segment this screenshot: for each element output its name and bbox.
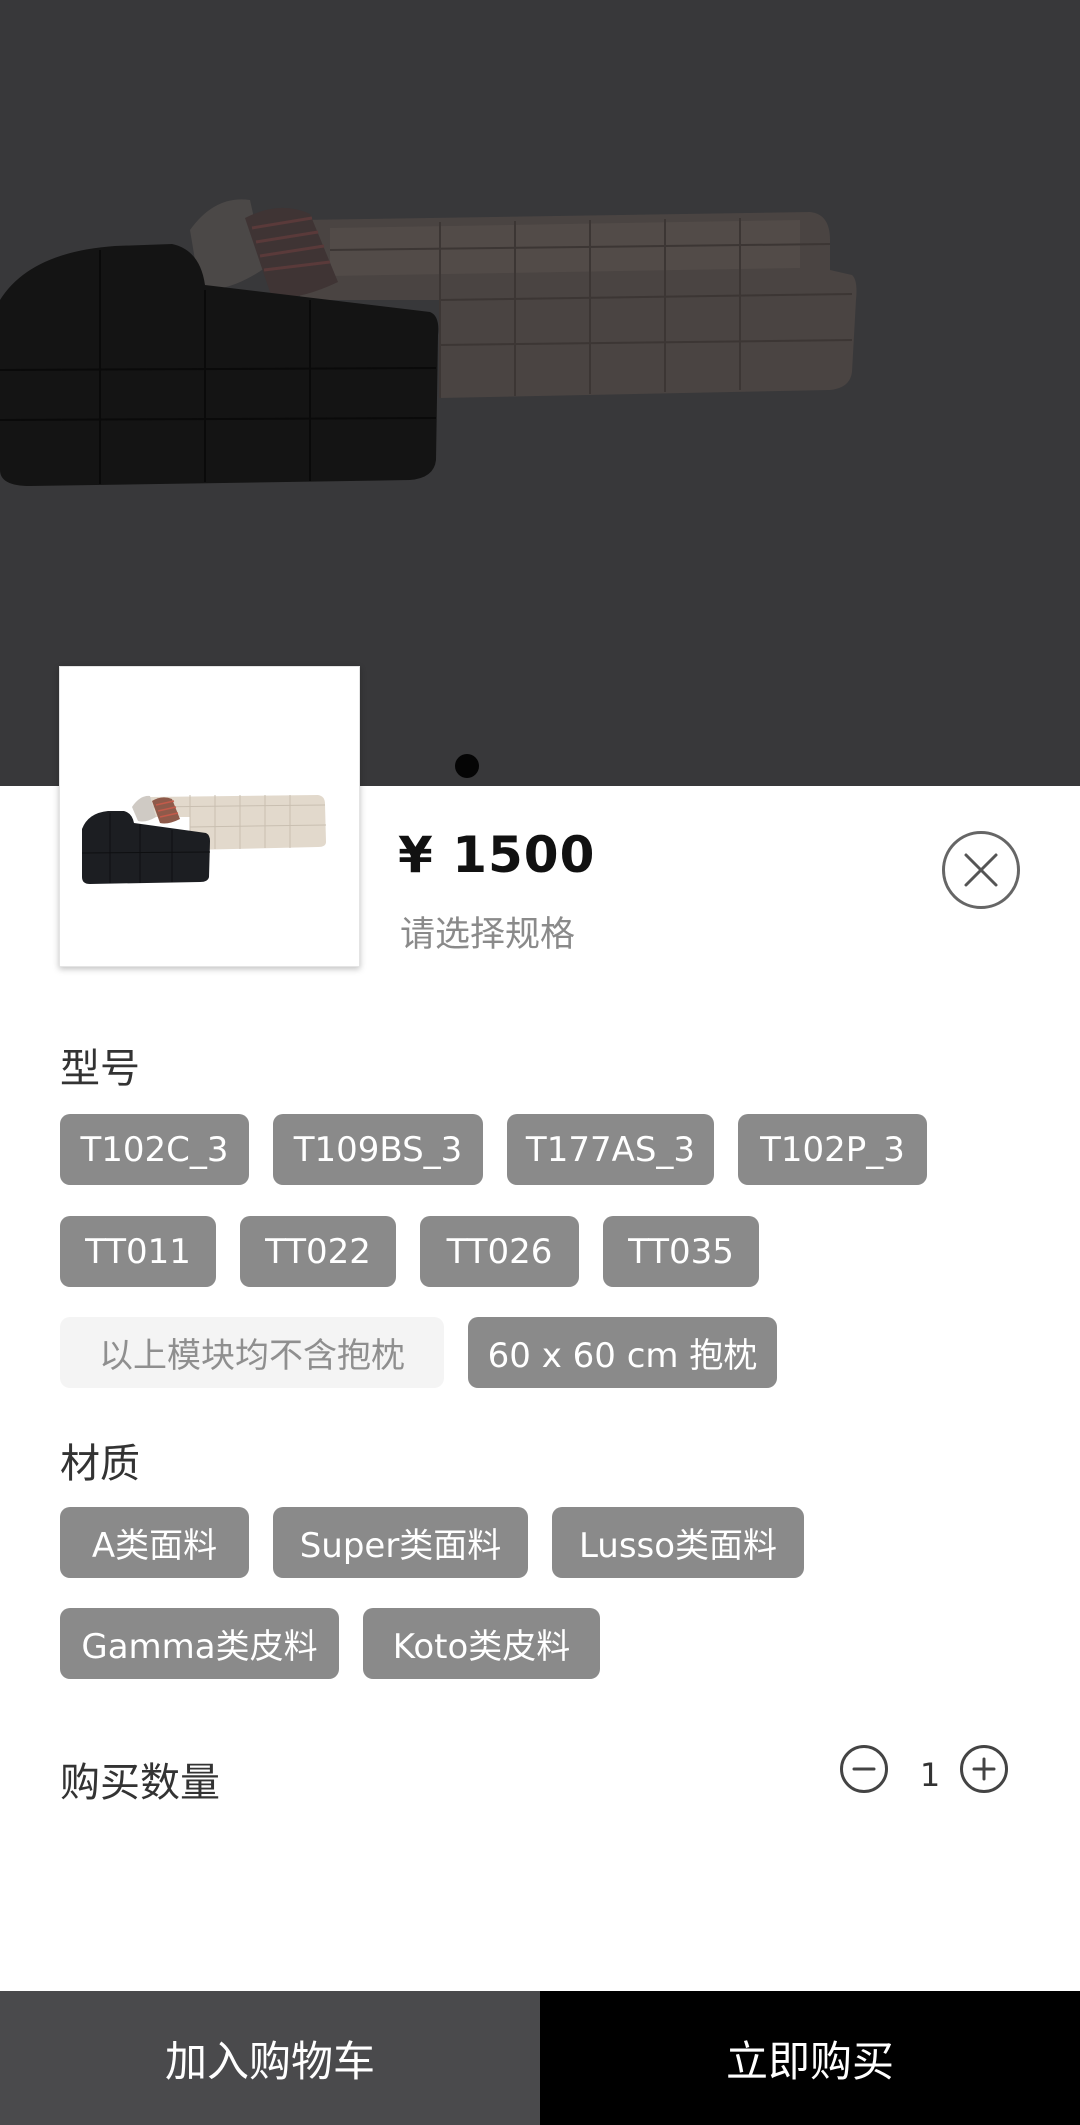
- model-option-tt026[interactable]: TT026: [420, 1216, 579, 1287]
- product-price: ¥ 1500: [398, 826, 596, 884]
- quantity-increase-button[interactable]: [960, 1745, 1008, 1793]
- model-option-tt035[interactable]: TT035: [603, 1216, 759, 1287]
- spec-selector-sheet: [0, 786, 1080, 2125]
- close-button[interactable]: [942, 831, 1020, 909]
- minus-icon: [852, 1767, 876, 1771]
- material-option-koto-leather[interactable]: Koto类皮料: [363, 1608, 600, 1679]
- plus-icon: [972, 1757, 996, 1781]
- material-option-super-fabric[interactable]: Super类面料: [273, 1507, 528, 1578]
- model-option-t102p-3[interactable]: T102P_3: [738, 1114, 927, 1185]
- model-option-no-pillow-note: 以上模块均不含抱枕: [60, 1317, 444, 1388]
- quantity-decrease-button[interactable]: [840, 1745, 888, 1793]
- buy-now-button[interactable]: 立即购买: [540, 1991, 1080, 2125]
- model-option-t109bs-3[interactable]: T109BS_3: [273, 1114, 483, 1185]
- add-to-cart-button[interactable]: 加入购物车: [0, 1991, 540, 2125]
- quantity-label: 购买数量: [60, 1760, 220, 1806]
- close-icon: [964, 853, 998, 887]
- sofa-thumbnail-illustration: [81, 795, 327, 884]
- material-option-lusso-fabric[interactable]: Lusso类面料: [552, 1507, 804, 1578]
- quantity-value[interactable]: 1: [916, 1756, 944, 1794]
- material-option-gamma-leather[interactable]: Gamma类皮料: [60, 1608, 339, 1679]
- model-option-t177as-3[interactable]: T177AS_3: [507, 1114, 714, 1185]
- model-option-t102c-3[interactable]: T102C_3: [60, 1114, 249, 1185]
- model-option-tt011[interactable]: TT011: [60, 1216, 216, 1287]
- carousel-indicator: [455, 754, 479, 778]
- material-option-a-fabric[interactable]: A类面料: [60, 1507, 249, 1578]
- material-section-title: 材质: [60, 1441, 140, 1487]
- model-option-pillow-60x60[interactable]: 60 x 60 cm 抱枕: [468, 1317, 777, 1388]
- bottom-action-bar: 加入购物车 立即购买: [0, 1991, 1080, 2125]
- model-option-tt022[interactable]: TT022: [240, 1216, 396, 1287]
- model-section-title: 型号: [60, 1046, 140, 1092]
- select-spec-hint: 请选择规格: [400, 915, 576, 955]
- product-thumbnail: [59, 666, 360, 967]
